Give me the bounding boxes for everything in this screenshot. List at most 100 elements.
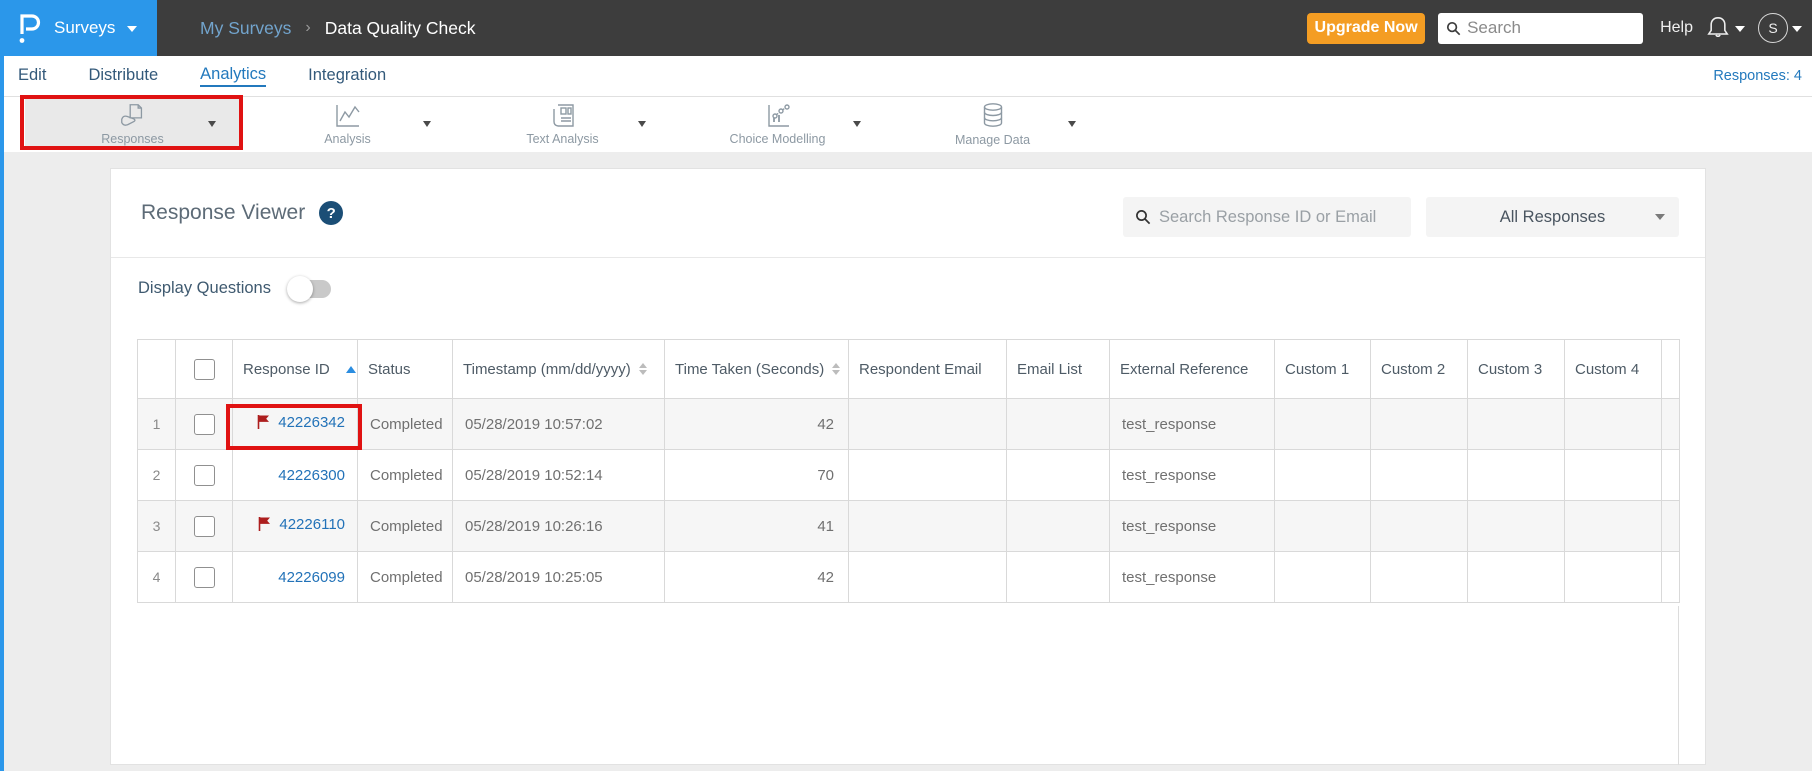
chevron-down-icon[interactable] <box>853 121 861 127</box>
tab-integration[interactable]: Integration <box>308 66 386 86</box>
row-checkbox[interactable] <box>193 566 215 588</box>
upgrade-now-button[interactable]: Upgrade Now <box>1307 12 1426 44</box>
toolbar-item-manage-data[interactable]: Manage Data <box>885 99 1100 149</box>
header-select <box>175 339 233 399</box>
header-respondent-email: Respondent Email <box>848 339 1007 399</box>
choice-modelling-icon <box>764 103 792 129</box>
toolbar-item-responses[interactable]: Responses <box>25 99 240 149</box>
topbar-actions: Upgrade Now Help S <box>1307 0 1802 56</box>
brand-logo-icon <box>19 14 41 43</box>
response-id-link[interactable]: 42226342 <box>278 414 345 431</box>
card-header: Response Viewer ? All Responses <box>111 169 1705 258</box>
response-filter-dropdown[interactable]: All Responses <box>1426 197 1679 237</box>
header-email-list: Email List <box>1006 339 1110 399</box>
sort-icon <box>832 363 841 375</box>
manage-data-icon <box>979 102 1007 130</box>
account-menu[interactable]: S <box>1758 13 1802 43</box>
toolbar-item-analysis[interactable]: Analysis <box>240 99 455 149</box>
select-all-checkbox[interactable] <box>193 358 215 380</box>
header-response-id[interactable]: Response ID <box>232 339 358 399</box>
breadcrumb: My Surveys › Data Quality Check <box>200 0 476 56</box>
display-questions-label: Display Questions <box>138 279 271 297</box>
analytics-toolbar: Responses Analysis Text Analysis Choice … <box>0 97 1812 152</box>
notifications-menu[interactable] <box>1706 15 1745 41</box>
product-switcher[interactable]: Surveys <box>0 0 157 56</box>
table-header-row: Response ID Status Timestamp (mm/dd/yyyy… <box>137 339 1680 399</box>
header-timestamp[interactable]: Timestamp (mm/dd/yyyy) <box>452 339 665 399</box>
response-id-link[interactable]: 42226099 <box>278 569 345 586</box>
toolbar-item-label: Responses <box>101 131 164 146</box>
text-analysis-icon <box>550 103 576 129</box>
responses-table: Response ID Status Timestamp (mm/dd/yyyy… <box>137 339 1680 603</box>
global-search-box[interactable] <box>1438 12 1644 44</box>
response-id-link[interactable]: 42226110 <box>279 516 345 533</box>
display-questions-toggle[interactable] <box>286 275 331 302</box>
response-search-input[interactable] <box>1159 207 1389 227</box>
help-link[interactable]: Help <box>1660 19 1693 37</box>
header-custom-1: Custom 1 <box>1274 339 1371 399</box>
toolbar-item-text-analysis[interactable]: Text Analysis <box>455 99 670 149</box>
table-row: 3 42226110 Completed 05/28/2019 10:26:16… <box>137 500 1680 552</box>
chevron-down-icon[interactable] <box>1068 121 1076 127</box>
toggle-knob <box>286 275 313 302</box>
header-custom-2: Custom 2 <box>1370 339 1468 399</box>
display-questions-row: Display Questions <box>138 275 331 302</box>
response-id-link[interactable]: 42226300 <box>278 467 345 484</box>
toolbar-item-choice-modelling[interactable]: Choice Modelling <box>670 99 885 149</box>
chevron-down-icon[interactable] <box>208 121 216 127</box>
toolbar-item-label: Text Analysis <box>526 131 599 146</box>
row-checkbox[interactable] <box>193 464 215 486</box>
table-row: 1 42226342 Completed 05/28/2019 10:57:02… <box>137 398 1680 450</box>
table-row: 4 42226099 Completed 05/28/2019 10:25:05… <box>137 551 1680 603</box>
responses-icon <box>118 103 148 129</box>
help-icon[interactable]: ? <box>319 201 344 225</box>
chevron-down-icon <box>127 26 138 32</box>
search-icon <box>1447 21 1461 35</box>
header-gutter <box>1661 339 1680 399</box>
bell-icon <box>1707 17 1729 37</box>
flag-icon <box>259 517 271 532</box>
tab-analytics[interactable]: Analytics <box>200 65 267 87</box>
breadcrumb-current-survey: Data Quality Check <box>324 17 476 38</box>
chevron-down-icon <box>1655 214 1665 220</box>
toolbar-item-label: Analysis <box>324 131 371 146</box>
flag-icon <box>257 415 270 430</box>
app-root: Surveys My Surveys › Data Quality Check … <box>0 0 1812 771</box>
header-custom-4: Custom 4 <box>1564 339 1662 399</box>
response-viewer-card: Response Viewer ? All Responses Display … <box>110 168 1706 765</box>
breadcrumb-separator: › <box>305 19 311 36</box>
table-row: 2 42226300 Completed 05/28/2019 10:52:14… <box>137 449 1680 501</box>
header-custom-3: Custom 3 <box>1467 339 1565 399</box>
search-icon <box>1136 210 1151 225</box>
breadcrumb-my-surveys[interactable]: My Surveys <box>200 18 291 39</box>
tab-distribute[interactable]: Distribute <box>88 66 158 86</box>
header-row-number <box>137 339 176 399</box>
chevron-down-icon[interactable] <box>638 121 646 127</box>
top-bar: Surveys My Surveys › Data Quality Check … <box>0 0 1812 56</box>
chevron-down-icon <box>1735 26 1745 32</box>
sort-ascending-icon <box>345 365 356 373</box>
sort-icon <box>638 363 647 375</box>
product-label: Surveys <box>54 18 116 37</box>
responses-count: Responses: 4 <box>1713 68 1802 84</box>
survey-nav: Edit Distribute Analytics Integration Re… <box>0 56 1812 97</box>
table-scroll-gutter <box>1678 606 1679 765</box>
row-checkbox[interactable] <box>193 413 215 435</box>
avatar: S <box>1758 13 1788 43</box>
toolbar-item-label: Choice Modelling <box>729 131 826 146</box>
header-status: Status <box>357 339 453 399</box>
survey-nav-items: Edit Distribute Analytics Integration <box>18 56 386 96</box>
chevron-down-icon <box>1792 26 1802 32</box>
chevron-down-icon[interactable] <box>423 121 431 127</box>
global-search-input[interactable] <box>1467 18 1628 38</box>
tab-edit[interactable]: Edit <box>18 66 46 86</box>
analysis-icon <box>334 103 362 129</box>
response-filter-value: All Responses <box>1499 207 1606 226</box>
row-checkbox[interactable] <box>193 515 215 537</box>
toolbar-item-label: Manage Data <box>954 132 1031 147</box>
left-accent-strip <box>0 56 4 771</box>
header-external-reference: External Reference <box>1109 339 1275 399</box>
header-time-taken[interactable]: Time Taken (Seconds) <box>664 339 849 399</box>
response-search-box[interactable] <box>1123 197 1411 237</box>
page-title: Response Viewer <box>141 201 306 224</box>
